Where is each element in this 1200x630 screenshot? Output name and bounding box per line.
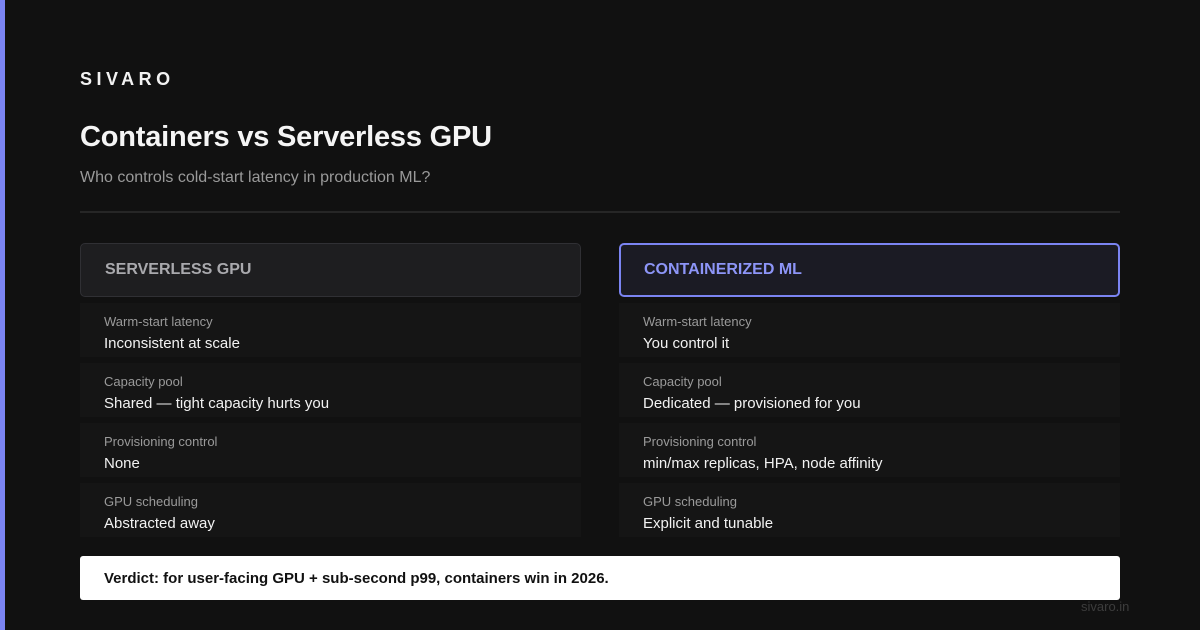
row-label: Provisioning control [104,434,218,449]
column-heading-containerized: CONTAINERIZED ML [619,243,1120,297]
containerized-ml-column: CONTAINERIZED ML Warm-start latency You … [619,243,1120,543]
row-value: You control it [643,335,730,352]
row-label: Capacity pool [643,374,722,389]
comparison-list: Warm-start latency Inconsistent at scale… [80,303,581,537]
comparison-row: GPU scheduling Abstracted away [80,483,581,537]
row-value: Abstracted away [104,515,215,532]
header-divider [80,211,1120,213]
row-label: Capacity pool [104,374,183,389]
accent-bar [0,0,5,630]
row-value: Shared — tight capacity hurts you [104,395,330,412]
comparison-row: Provisioning control None [80,423,581,477]
row-label: GPU scheduling [104,494,198,509]
comparison-row: Provisioning control min/max replicas, H… [619,423,1120,477]
column-heading-serverless: SERVERLESS GPU [80,243,581,297]
comparison-row: Warm-start latency Inconsistent at scale [80,303,581,357]
verdict-banner: Verdict: for user-facing GPU + sub-secon… [80,556,1120,600]
comparison-row: Warm-start latency You control it [619,303,1120,357]
row-value: Dedicated — provisioned for you [643,395,861,412]
comparison-list: Warm-start latency You control it Capaci… [619,303,1120,537]
brand-logo: SIVARO [80,69,175,89]
row-label: Warm-start latency [643,314,752,329]
comparison-row: Capacity pool Shared — tight capacity hu… [80,363,581,417]
row-value: Inconsistent at scale [104,335,240,352]
page-title: Containers vs Serverless GPU [80,121,492,153]
comparison-row: GPU scheduling Explicit and tunable [619,483,1120,537]
comparison-row: Capacity pool Dedicated — provisioned fo… [619,363,1120,417]
row-label: Warm-start latency [104,314,213,329]
row-label: GPU scheduling [643,494,737,509]
row-label: Provisioning control [643,434,757,449]
serverless-gpu-column: SERVERLESS GPU Warm-start latency Incons… [80,243,581,543]
footer-url: sivaro.in [1081,599,1130,614]
row-value: min/max replicas, HPA, node affinity [643,455,883,472]
row-value: Explicit and tunable [643,515,774,532]
page-subtitle: Who controls cold-start latency in produ… [80,169,431,186]
row-value: None [104,455,140,472]
